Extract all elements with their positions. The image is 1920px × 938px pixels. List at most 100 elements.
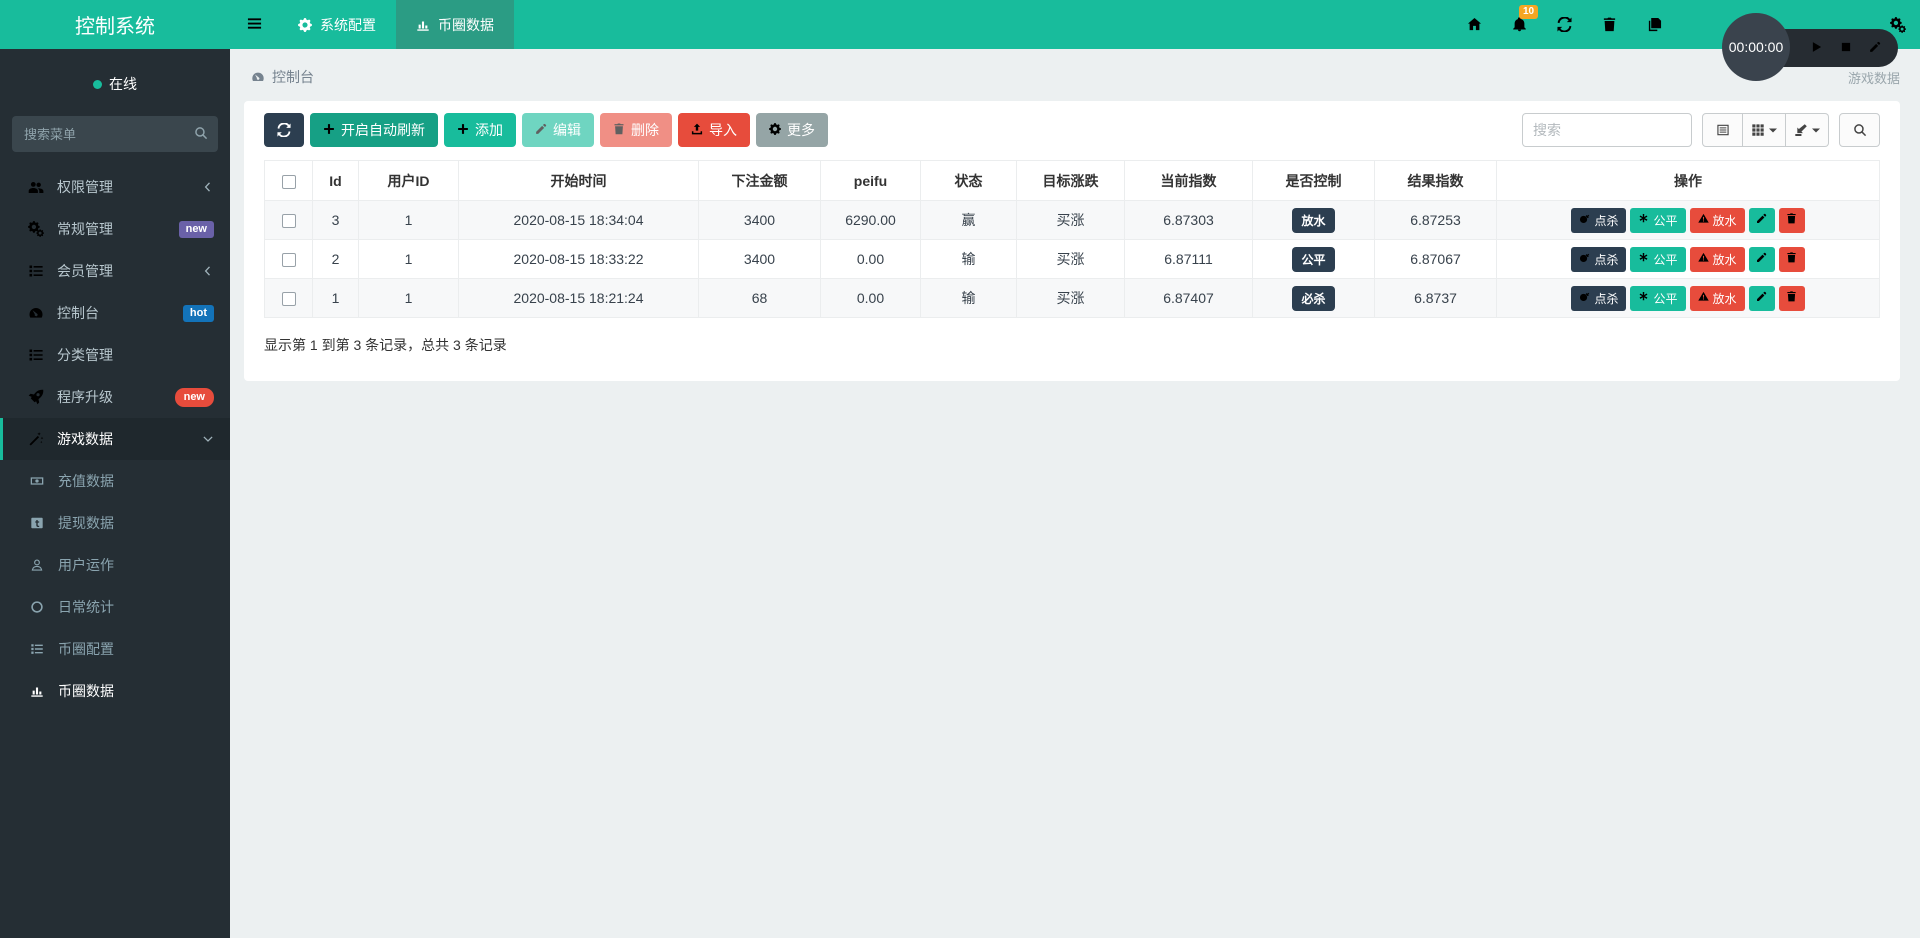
breadcrumb: 控制台 bbox=[251, 67, 314, 87]
select-all-checkbox[interactable] bbox=[282, 175, 296, 189]
detail-view-button[interactable] bbox=[1702, 113, 1743, 147]
export-button[interactable] bbox=[1786, 113, 1829, 147]
fair-button[interactable]: 公平 bbox=[1630, 247, 1685, 272]
kill-button[interactable]: 点杀 bbox=[1571, 208, 1626, 233]
trash-icon bbox=[1786, 213, 1797, 227]
clear-cache-icon[interactable] bbox=[1647, 17, 1662, 32]
release-button[interactable]: 放水 bbox=[1690, 208, 1745, 233]
sidebar-item-general[interactable]: 常规管理 new bbox=[0, 208, 230, 250]
sidebar-item-permissions[interactable]: 权限管理 bbox=[0, 166, 230, 208]
delete-button[interactable]: 删除 bbox=[600, 113, 672, 147]
sidebar-subitem-recharge-data[interactable]: 充值数据 bbox=[0, 460, 230, 502]
pagination-summary: 显示第 1 到第 3 条记录，总共 3 条记录 bbox=[264, 335, 1880, 355]
sidebar-item-categories[interactable]: 分类管理 bbox=[0, 334, 230, 376]
release-button[interactable]: 放水 bbox=[1690, 286, 1745, 311]
refresh-icon[interactable] bbox=[1557, 17, 1572, 32]
tab-coin-data[interactable]: 币圈数据 bbox=[396, 0, 514, 49]
toolbar: 开启自动刷新 添加 编辑 删除 导入 更多 bbox=[264, 113, 1880, 147]
chevron-down-icon bbox=[202, 433, 214, 445]
search-toggle-button[interactable] bbox=[1839, 113, 1880, 147]
row-delete-button[interactable] bbox=[1779, 247, 1805, 272]
table-search-input[interactable] bbox=[1522, 113, 1692, 147]
column-header: 用户ID bbox=[359, 161, 459, 201]
bomb-icon bbox=[1579, 291, 1590, 305]
row-edit-button[interactable] bbox=[1749, 286, 1775, 311]
warning-icon bbox=[1698, 291, 1709, 305]
new-badge: new bbox=[175, 388, 214, 407]
users-icon bbox=[28, 179, 48, 195]
t-card-icon bbox=[30, 516, 50, 530]
column-header: peifu bbox=[821, 161, 921, 201]
sidebar-item-upgrade[interactable]: 程序升级 new bbox=[0, 376, 230, 418]
sidebar-subitem-coin-config[interactable]: 币圈配置 bbox=[0, 628, 230, 670]
more-button[interactable]: 更多 bbox=[756, 113, 828, 147]
sidebar-subitem-daily-stats[interactable]: 日常统计 bbox=[0, 586, 230, 628]
row-checkbox[interactable] bbox=[282, 253, 296, 267]
row-edit-button[interactable] bbox=[1749, 208, 1775, 233]
sidebar-search bbox=[12, 116, 218, 152]
timer-widget: 00:00:00 bbox=[1722, 13, 1898, 83]
sidebar-toggle-button[interactable] bbox=[230, 0, 278, 49]
timer-display[interactable]: 00:00:00 bbox=[1722, 13, 1790, 81]
fair-button[interactable]: 公平 bbox=[1630, 286, 1685, 311]
bell-icon[interactable]: 10 bbox=[1512, 17, 1527, 32]
hot-badge: hot bbox=[183, 305, 214, 322]
top-nav: 系统配置 币圈数据 10 bbox=[230, 0, 1920, 49]
fair-button[interactable]: 公平 bbox=[1630, 208, 1685, 233]
trash-icon[interactable] bbox=[1602, 17, 1617, 32]
column-header: 是否控制 bbox=[1253, 161, 1375, 201]
sidebar-item-game-data[interactable]: 游戏数据 bbox=[0, 418, 230, 460]
money-icon bbox=[30, 474, 50, 488]
row-checkbox[interactable] bbox=[282, 214, 296, 228]
row-actions: 点杀 公平 放水 bbox=[1497, 208, 1879, 233]
online-status: 在线 bbox=[0, 49, 230, 114]
control-badge: 公平 bbox=[1292, 247, 1334, 272]
tab-system-config[interactable]: 系统配置 bbox=[278, 0, 396, 49]
pencil-icon bbox=[535, 122, 547, 138]
data-panel: 开启自动刷新 添加 编辑 删除 导入 更多 bbox=[244, 101, 1900, 381]
refresh-icon bbox=[277, 123, 291, 137]
kill-button[interactable]: 点杀 bbox=[1571, 286, 1626, 311]
list-icon bbox=[28, 263, 48, 279]
sidebar-subitem-withdraw-data[interactable]: 提现数据 bbox=[0, 502, 230, 544]
sidebar-subitem-user-operation[interactable]: 用户运作 bbox=[0, 544, 230, 586]
row-delete-button[interactable] bbox=[1779, 208, 1805, 233]
app-brand: 控制系统 bbox=[0, 0, 230, 49]
sidebar-subitem-coin-data[interactable]: 币圈数据 bbox=[0, 670, 230, 712]
bar-chart-icon bbox=[416, 18, 430, 32]
sidebar: 在线 权限管理 常规管理 new 会员管理 控制台 hot 分类管理 程序升级 … bbox=[0, 49, 230, 938]
chevron-left-icon bbox=[202, 265, 214, 277]
columns-button[interactable] bbox=[1743, 113, 1786, 147]
stop-icon[interactable] bbox=[1840, 40, 1852, 56]
row-checkbox[interactable] bbox=[282, 292, 296, 306]
bomb-icon bbox=[1579, 213, 1590, 227]
sidebar-item-console[interactable]: 控制台 hot bbox=[0, 292, 230, 334]
list-icon bbox=[28, 347, 48, 363]
edit-timer-icon[interactable] bbox=[1869, 40, 1881, 56]
asterisk-icon bbox=[1638, 213, 1649, 227]
column-header: Id bbox=[313, 161, 359, 201]
dashboard-icon bbox=[28, 305, 48, 321]
warning-icon bbox=[1698, 213, 1709, 227]
play-icon[interactable] bbox=[1811, 40, 1823, 56]
refresh-button[interactable] bbox=[264, 113, 304, 147]
warning-icon bbox=[1698, 252, 1709, 266]
row-edit-button[interactable] bbox=[1749, 247, 1775, 272]
release-button[interactable]: 放水 bbox=[1690, 247, 1745, 272]
import-button[interactable]: 导入 bbox=[678, 113, 750, 147]
view-button-group bbox=[1702, 113, 1829, 147]
home-icon[interactable] bbox=[1467, 17, 1482, 32]
asterisk-icon bbox=[1638, 252, 1649, 266]
bar-chart-icon bbox=[30, 684, 50, 698]
row-delete-button[interactable] bbox=[1779, 286, 1805, 311]
kill-button[interactable]: 点杀 bbox=[1571, 247, 1626, 272]
circle-icon bbox=[30, 600, 50, 614]
sidebar-item-members[interactable]: 会员管理 bbox=[0, 250, 230, 292]
main-content: 控制台 游戏数据 开启自动刷新 添加 编辑 删除 bbox=[230, 49, 1920, 938]
auto-refresh-button[interactable]: 开启自动刷新 bbox=[310, 113, 438, 147]
edit-button[interactable]: 编辑 bbox=[522, 113, 594, 147]
sidebar-search-input[interactable] bbox=[12, 116, 218, 152]
breadcrumb-row: 控制台 游戏数据 bbox=[230, 49, 1920, 95]
pencil-icon bbox=[1756, 213, 1767, 227]
add-button[interactable]: 添加 bbox=[444, 113, 516, 147]
